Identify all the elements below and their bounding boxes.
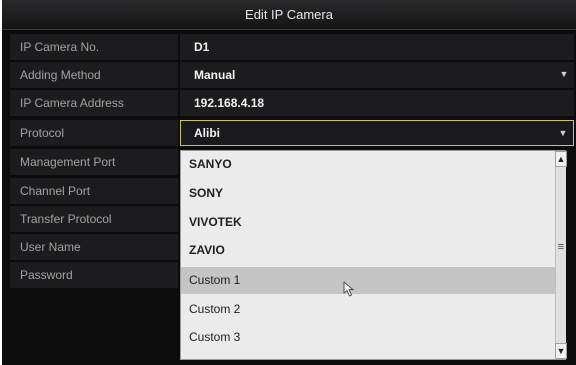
chevron-down-icon[interactable]: ▼ <box>557 121 569 145</box>
field-ip-camera-address: IP Camera Address 192.168.4.18 <box>10 90 574 116</box>
dropdown-option-custom-2[interactable]: Custom 2 <box>181 296 555 323</box>
field-label: User Name <box>10 234 178 260</box>
edit-ip-camera-dialog: Edit IP Camera IP Camera No. D1 Adding M… <box>2 0 576 365</box>
field-protocol: Protocol Alibi ▼ <box>10 120 574 146</box>
field-adding-method: Adding Method Manual ▼ <box>10 62 574 88</box>
field-label: IP Camera Address <box>10 90 178 116</box>
chevron-down-icon[interactable]: ▼ <box>558 62 570 86</box>
mouse-pointer-icon <box>343 281 355 297</box>
dropdown-option-custom-1[interactable]: Custom 1 <box>181 267 555 294</box>
field-label: Password <box>10 262 178 288</box>
field-label: IP Camera No. <box>10 34 178 60</box>
dropdown-scrollbar[interactable]: ▲ ≡ ▼ <box>555 151 567 359</box>
dropdown-option-sanyo[interactable]: SANYO <box>181 151 555 178</box>
field-label: Management Port <box>10 149 178 175</box>
dropdown-option-custom-3[interactable]: Custom 3 <box>181 324 555 351</box>
chevron-up-icon[interactable]: ▲ <box>555 151 567 167</box>
protocol-value: Alibi <box>194 126 220 140</box>
chevron-down-icon[interactable]: ▼ <box>555 343 567 359</box>
ip-camera-address-input[interactable]: 192.168.4.18 <box>180 90 574 116</box>
dialog-title: Edit IP Camera <box>2 0 576 30</box>
ip-camera-no-value: D1 <box>180 34 574 60</box>
adding-method-select[interactable]: Manual ▼ <box>180 62 574 88</box>
field-ip-camera-no: IP Camera No. D1 <box>10 34 574 60</box>
dropdown-option-vivotek[interactable]: VIVOTEK <box>181 209 555 236</box>
field-label: Channel Port <box>10 178 178 204</box>
drag-handle-icon[interactable]: ≡ <box>555 239 567 255</box>
dropdown-option-sony[interactable]: SONY <box>181 180 555 207</box>
field-label: Protocol <box>10 120 178 146</box>
dropdown-option-zavio[interactable]: ZAVIO <box>181 237 555 264</box>
field-label: Adding Method <box>10 62 178 88</box>
protocol-dropdown-list[interactable]: SANYO SONY VIVOTEK ZAVIO Custom 1 Custom… <box>180 150 567 360</box>
protocol-select[interactable]: Alibi ▼ <box>180 120 574 146</box>
adding-method-value: Manual <box>194 68 236 82</box>
field-label: Transfer Protocol <box>10 206 178 232</box>
